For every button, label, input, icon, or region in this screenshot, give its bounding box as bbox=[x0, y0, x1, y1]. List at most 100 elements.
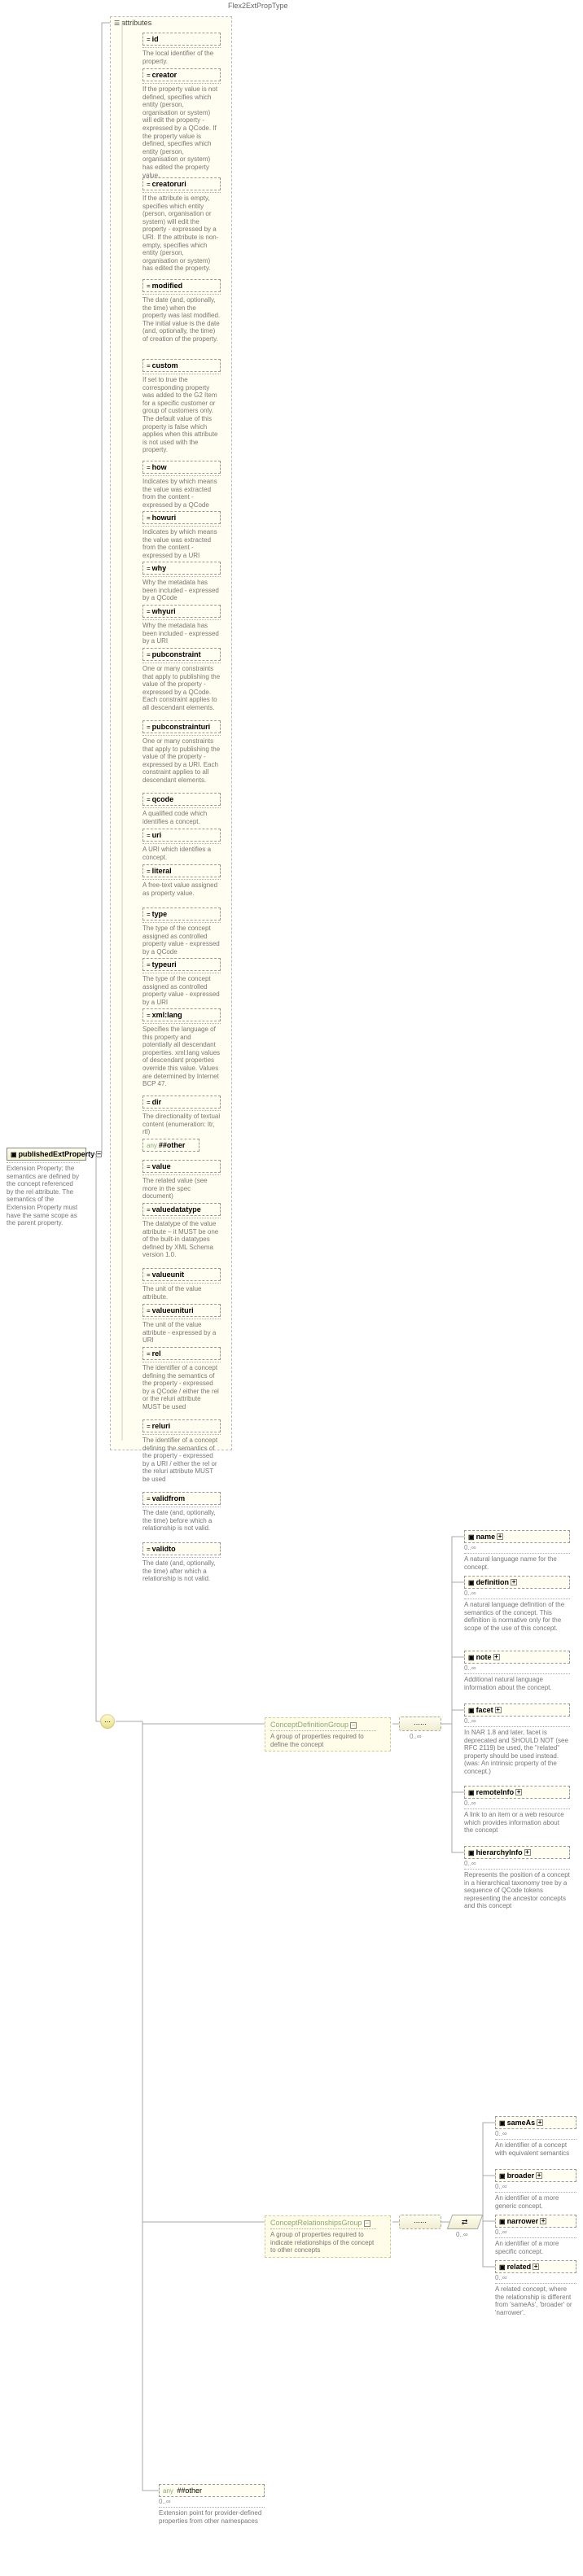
def-card: 0..∞ bbox=[410, 1733, 422, 1740]
rel-sequence: ⋯⋯ bbox=[399, 2215, 441, 2229]
attr-creator: =creatorIf the property value is not def… bbox=[142, 68, 221, 179]
element-name: related bbox=[507, 2263, 532, 2271]
element-icon: ▣ bbox=[11, 1151, 17, 1158]
attr-name: valueunit bbox=[152, 1271, 185, 1279]
element-name: name bbox=[476, 1533, 496, 1541]
expand-toggle[interactable]: + bbox=[493, 1654, 500, 1660]
attr-name: uri bbox=[152, 831, 162, 839]
attr-desc: The type of the concept assigned as cont… bbox=[142, 922, 221, 956]
attr-creatoruri: =creatoruriIf the attribute is empty, sp… bbox=[142, 177, 221, 273]
attr-desc: The type of the concept assigned as cont… bbox=[142, 973, 221, 1006]
header-type-label: Flex2ExtPropType bbox=[228, 2, 288, 10]
expand-toggle[interactable]: + bbox=[536, 2172, 542, 2179]
attr-name: why bbox=[152, 564, 167, 572]
def-child-facet: ▣facet+0..∞In NAR 1.8 and later, facet i… bbox=[464, 1703, 570, 1776]
concept-rel-name: ConceptRelationshipsGroup bbox=[270, 2219, 362, 2227]
root-sequence: ⋯ bbox=[100, 1714, 115, 1729]
attribute-icon: = bbox=[147, 1546, 151, 1553]
attr-desc: Why the metadata has been included - exp… bbox=[142, 619, 221, 645]
attr-valueunit: =valueunitThe unit of the value attribut… bbox=[142, 1268, 221, 1301]
attr-desc: Why the metadata has been included - exp… bbox=[142, 576, 221, 602]
element-icon: ▣ bbox=[499, 2172, 506, 2180]
attr-whyuri: =whyuriWhy the metadata has been include… bbox=[142, 605, 221, 645]
attr-valuedatatype: =valuedatatypeThe datatype of the value … bbox=[142, 1203, 221, 1259]
attr-name: typeuri bbox=[152, 960, 177, 969]
any-icon: any bbox=[163, 2487, 173, 2495]
attr-name: xml:lang bbox=[152, 1011, 182, 1019]
attr-id: =idThe local identifier of the property. bbox=[142, 33, 221, 65]
element-icon: ▣ bbox=[468, 1707, 475, 1714]
element-name: definition bbox=[476, 1578, 510, 1586]
attr-name: modified bbox=[152, 282, 183, 290]
expand-toggle[interactable]: + bbox=[495, 1707, 502, 1713]
element-name: sameAs bbox=[507, 2119, 536, 2127]
def-child-name: ▣name+0..∞A natural language name for th… bbox=[464, 1530, 570, 1571]
expand-toggle[interactable]: − bbox=[350, 1722, 357, 1729]
element-desc: Represents the position of a concept in … bbox=[464, 1869, 570, 1910]
element-icon: ▣ bbox=[499, 2218, 506, 2225]
cardinality: 0..∞ bbox=[464, 1800, 570, 1807]
attr-name: reluri bbox=[152, 1422, 171, 1430]
attr-literal: =literalA free-text value assigned as pr… bbox=[142, 864, 221, 897]
expand-toggle[interactable]: − bbox=[364, 2220, 370, 2227]
cardinality: 0..∞ bbox=[495, 2274, 576, 2281]
root-desc: Extension Property; the semantics are de… bbox=[7, 1162, 80, 1227]
rel-child-narrower: ▣narrower+0..∞An identifier of a more sp… bbox=[495, 2215, 576, 2255]
attribute-icon: = bbox=[147, 464, 151, 471]
cardinality: 0..∞ bbox=[495, 2228, 576, 2236]
def-child-note: ▣note+0..∞Additional natural language in… bbox=[464, 1651, 570, 1691]
attribute-icon: = bbox=[147, 514, 151, 522]
attr-desc: The date (and, optionally, the time) aft… bbox=[142, 1557, 221, 1583]
attribute-icon: = bbox=[147, 796, 151, 803]
element-icon: ▣ bbox=[468, 1579, 475, 1586]
expand-toggle[interactable]: + bbox=[533, 2263, 539, 2270]
any-other-card: 0..∞ bbox=[159, 2498, 265, 2505]
attr-name: type bbox=[152, 910, 168, 918]
attr-desc: The unit of the value attribute. bbox=[142, 1283, 221, 1301]
cardinality: 0..∞ bbox=[464, 1717, 570, 1725]
expand-toggle[interactable]: + bbox=[511, 1579, 517, 1585]
attr-pubconstrainturi: =pubconstrainturiOne or many constraints… bbox=[142, 720, 221, 785]
root-element-box: ▣ publishedExtProperty − bbox=[7, 1148, 86, 1161]
element-icon: ▣ bbox=[468, 1654, 475, 1661]
root-element-name: publishedExtProperty bbox=[19, 1150, 95, 1158]
attr-name: custom bbox=[152, 361, 178, 370]
expand-toggle[interactable]: + bbox=[524, 1849, 531, 1856]
attribute-icon: = bbox=[147, 1012, 151, 1019]
expand-toggle[interactable]: + bbox=[497, 1533, 503, 1540]
element-name: facet bbox=[476, 1706, 493, 1714]
expand-toggle[interactable]: + bbox=[515, 1789, 522, 1795]
concept-definition-group: ConceptDefinitionGroup− A group of prope… bbox=[265, 1717, 391, 1752]
attr-name: pubconstraint bbox=[152, 650, 201, 658]
attributes-icon: ☰ bbox=[114, 20, 120, 27]
rel-choice: ⇄ bbox=[447, 2215, 484, 2229]
attr-type: =typeThe type of the concept assigned as… bbox=[142, 908, 221, 956]
def-child-remoteInfo: ▣remoteInfo+0..∞A link to an item or a w… bbox=[464, 1786, 570, 1835]
rel-card: 0..∞ bbox=[456, 2231, 468, 2238]
concept-def-desc: A group of properties required to define… bbox=[270, 1730, 376, 1748]
expand-toggle[interactable]: − bbox=[96, 1151, 102, 1157]
attr-name: how bbox=[152, 463, 167, 471]
attribute-icon: = bbox=[147, 832, 151, 839]
attr-name: value bbox=[152, 1162, 171, 1170]
concept-rel-desc: A group of properties required to indica… bbox=[270, 2228, 376, 2255]
element-desc: In NAR 1.8 and later, facet is deprecate… bbox=[464, 1726, 570, 1776]
element-desc: An identifier of a more generic concept. bbox=[495, 2192, 576, 2210]
element-desc: A natural language name for the concept. bbox=[464, 1553, 570, 1571]
attr-why: =whyWhy the metadata has been included -… bbox=[142, 562, 221, 602]
attr-name: validto bbox=[152, 1545, 176, 1553]
attr-dir: =dirThe directionality of textual conten… bbox=[142, 1096, 221, 1136]
attribute-icon: = bbox=[147, 868, 151, 875]
def-child-hierarchyInfo: ▣hierarchyInfo+0..∞Represents the positi… bbox=[464, 1846, 570, 1910]
attr-xml-lang: =xml:langSpecifies the language of this … bbox=[142, 1008, 221, 1088]
attr-value: =valueThe related value (see more in the… bbox=[142, 1160, 221, 1201]
attr-desc: The directionality of textual content (e… bbox=[142, 1110, 221, 1136]
rel-child-related: ▣related+0..∞A related concept, where th… bbox=[495, 2260, 576, 2316]
attributes-label: attributes bbox=[121, 19, 151, 27]
expand-toggle[interactable]: + bbox=[540, 2218, 546, 2224]
element-name: narrower bbox=[507, 2217, 539, 2225]
element-icon: ▣ bbox=[499, 2263, 506, 2271]
expand-toggle[interactable]: + bbox=[537, 2119, 543, 2126]
element-name: remoteInfo bbox=[476, 1788, 515, 1796]
attr-desc: The unit of the value attribute - expres… bbox=[142, 1319, 221, 1345]
